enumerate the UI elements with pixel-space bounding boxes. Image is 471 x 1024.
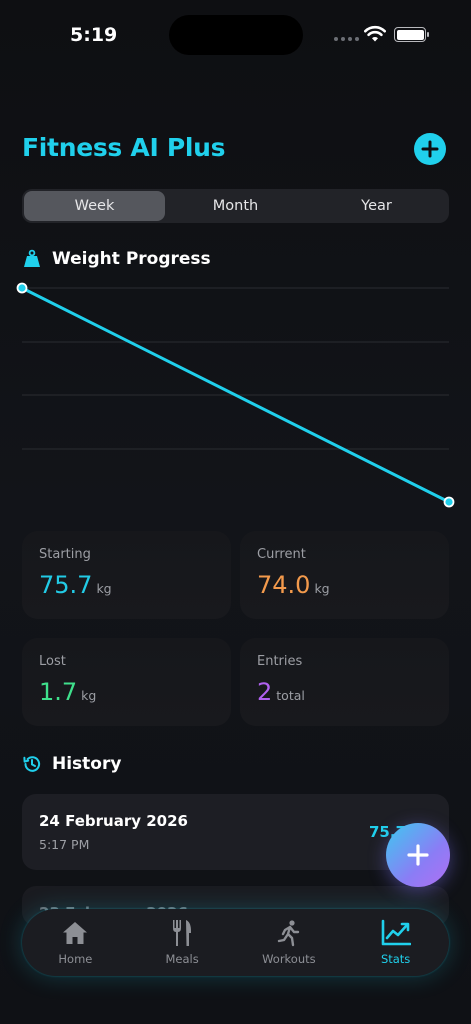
battery-icon	[394, 27, 429, 42]
starting-value: 75.7	[39, 571, 93, 599]
history-item[interactable]: 24 February 2026 5:17 PM 75.7	[22, 794, 449, 870]
tab-home[interactable]: Home	[22, 909, 129, 976]
plus-icon	[407, 844, 429, 866]
lost-weight-card: Lost 1.7 kg	[22, 638, 231, 726]
running-icon	[277, 920, 300, 947]
home-icon	[63, 922, 88, 944]
weight-progress-heading: Weight Progress	[22, 249, 211, 269]
tab-stats[interactable]: Stats	[342, 909, 449, 976]
weight-icon	[24, 249, 40, 267]
status-time: 5:19	[70, 24, 118, 46]
starting-label: Starting	[39, 547, 91, 562]
tab-home-label: Home	[58, 952, 93, 966]
history-heading: History	[22, 754, 121, 774]
entries-unit: total	[276, 688, 305, 703]
tab-workouts-label: Workouts	[262, 952, 316, 966]
tab-workouts[interactable]: Workouts	[236, 909, 343, 976]
tab-week[interactable]: Week	[24, 191, 165, 221]
starting-weight-card: Starting 75.7 kg	[22, 531, 231, 619]
tab-meals[interactable]: Meals	[129, 909, 236, 976]
tab-year[interactable]: Year	[306, 191, 447, 221]
starting-unit: kg	[96, 581, 112, 596]
tab-month[interactable]: Month	[165, 191, 306, 221]
cellular-signal-icon	[334, 37, 359, 41]
entries-value: 2	[257, 678, 273, 706]
tab-meals-label: Meals	[165, 952, 199, 966]
entries-label: Entries	[257, 654, 303, 669]
floating-add-button[interactable]	[386, 823, 450, 887]
current-value: 74.0	[257, 571, 311, 599]
period-segmented-control: Week Month Year	[22, 189, 449, 223]
lost-unit: kg	[81, 688, 97, 703]
current-unit: kg	[314, 581, 330, 596]
lost-label: Lost	[39, 654, 66, 669]
fork-knife-icon	[173, 920, 192, 946]
dynamic-island	[169, 15, 303, 55]
weight-progress-title: Weight Progress	[52, 249, 211, 269]
current-weight-card: Current 74.0 kg	[240, 531, 449, 619]
chart-grid	[22, 287, 449, 450]
lost-value: 1.7	[39, 678, 78, 706]
history-date: 24 February 2026	[39, 812, 188, 830]
weight-data-point	[16, 282, 28, 294]
add-button[interactable]	[414, 133, 446, 165]
chart-line-icon	[381, 919, 411, 946]
weight-data-point	[443, 496, 455, 508]
status-bar: 5:19	[0, 0, 471, 70]
bottom-tab-bar: Home Meals Workouts Stats	[22, 909, 449, 976]
history-icon	[23, 756, 41, 772]
plus-icon	[421, 140, 439, 158]
weight-chart	[16, 282, 455, 508]
entries-card: Entries 2 total	[240, 638, 449, 726]
wifi-icon	[364, 26, 386, 42]
history-time: 5:17 PM	[39, 837, 90, 852]
app-title: Fitness AI Plus	[22, 133, 226, 162]
tab-stats-label: Stats	[380, 952, 411, 966]
history-title: History	[52, 754, 122, 774]
current-label: Current	[257, 547, 306, 562]
